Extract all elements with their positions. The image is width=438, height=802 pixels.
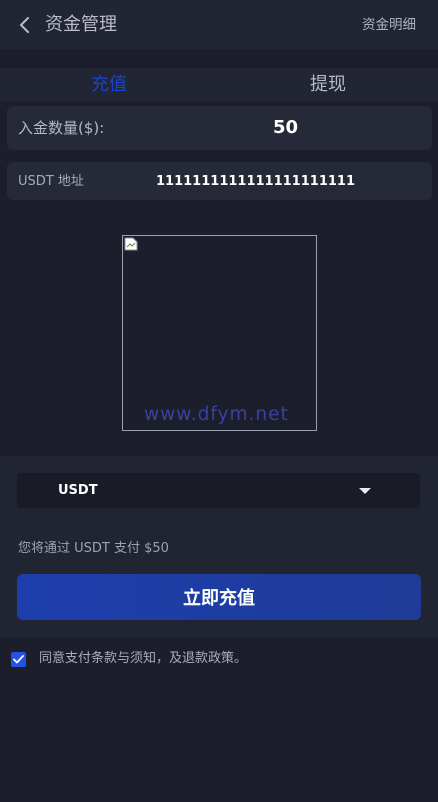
- check-icon: [13, 654, 24, 663]
- caret-down-icon: [359, 488, 371, 494]
- agreement-row: 同意支付条款与须知，及退款政策。: [11, 650, 247, 668]
- amount-label: 入金数量($):: [18, 119, 105, 137]
- tab-withdraw[interactable]: 提现: [310, 71, 346, 99]
- recharge-now-label: 立即充值: [183, 588, 255, 609]
- page-title: 资金管理: [45, 14, 117, 35]
- amount-row: 入金数量($): 50: [7, 106, 432, 150]
- payment-note: 您将通过 USDT 支付 $50: [18, 541, 169, 556]
- amount-value[interactable]: 50: [273, 116, 298, 140]
- qr-code-image: www.dfym.net: [122, 235, 317, 431]
- payment-method-value: USDT: [58, 483, 98, 498]
- address-row: USDT 地址 1111111111111111111111: [7, 162, 432, 200]
- recharge-now-button[interactable]: 立即充值: [17, 574, 421, 620]
- watermark-text: www.dfym.net: [144, 404, 289, 425]
- chevron-left-icon: [20, 17, 29, 33]
- top-bar: 资金管理 资金明细: [0, 0, 438, 51]
- fund-detail-link[interactable]: 资金明细: [362, 16, 416, 34]
- address-label: USDT 地址: [18, 174, 84, 189]
- agreement-text[interactable]: 同意支付条款与须知，及退款政策。: [39, 650, 247, 668]
- payment-method-select[interactable]: USDT: [17, 473, 420, 508]
- agreement-checkbox[interactable]: [11, 651, 26, 667]
- tab-recharge[interactable]: 充值: [91, 71, 127, 99]
- address-value[interactable]: 1111111111111111111111: [156, 173, 355, 191]
- tab-bar: 充值 提现: [0, 68, 438, 101]
- broken-image-icon: [124, 237, 138, 251]
- back-button[interactable]: [14, 13, 34, 37]
